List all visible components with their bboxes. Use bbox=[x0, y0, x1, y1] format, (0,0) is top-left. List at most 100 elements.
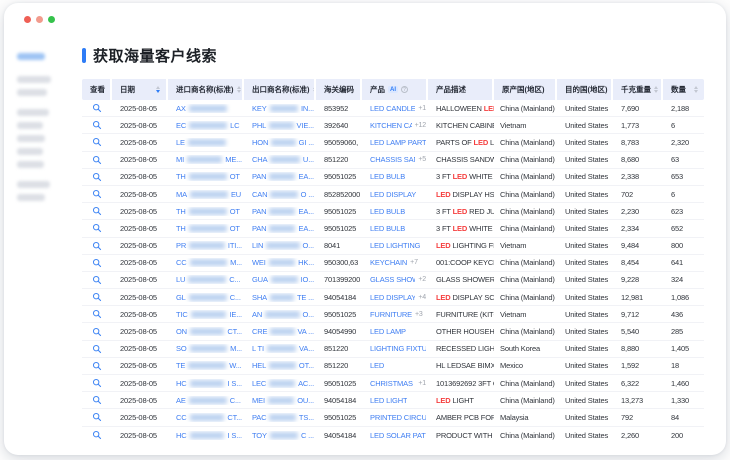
table-row[interactable]: 2025-08-05 TH OT PAN EA... 95051025 LED … bbox=[82, 203, 704, 220]
cell-product[interactable]: LIGHTING FIXTURE bbox=[362, 344, 428, 353]
table-row[interactable]: 2025-08-05 EC LC PHL VIE... 392640 KITCH… bbox=[82, 117, 704, 134]
search-icon[interactable] bbox=[92, 189, 102, 199]
cell-product[interactable]: LED LAMP bbox=[362, 327, 428, 336]
cell-importer[interactable]: AX bbox=[168, 104, 244, 113]
cell-product[interactable]: FURNITURE +3 bbox=[362, 310, 428, 319]
sidebar-item-redacted[interactable] bbox=[17, 181, 50, 188]
sidebar-item-active-redacted[interactable] bbox=[17, 53, 45, 60]
table-row[interactable]: 2025-08-05 TH OT PAN EA... 95051025 LED … bbox=[82, 169, 704, 186]
search-icon[interactable] bbox=[92, 206, 102, 216]
cell-exporter[interactable]: MEI OU... bbox=[244, 396, 316, 405]
table-row[interactable]: 2025-08-05 CC M... WEI HK... 950300,63 K… bbox=[82, 255, 704, 272]
table-row[interactable]: 2025-08-05 PR ITI... LIN O... 8041 LED L… bbox=[82, 238, 704, 255]
sidebar-item-redacted[interactable] bbox=[17, 76, 51, 83]
cell-importer[interactable]: TIC IE... bbox=[168, 310, 244, 319]
cell-exporter[interactable]: GUA IO... bbox=[244, 275, 316, 284]
cell-importer[interactable]: GL C... bbox=[168, 293, 244, 302]
table-row[interactable]: 2025-08-05 LU C... GUA IO... 701399200 G… bbox=[82, 272, 704, 289]
sort-icon[interactable] bbox=[237, 86, 241, 93]
column-header-importer[interactable]: 进口商名称(标准) bbox=[168, 79, 244, 100]
search-icon[interactable] bbox=[92, 120, 102, 130]
table-row[interactable]: 2025-08-05 MA EU CAN O ... 852852000 LED… bbox=[82, 186, 704, 203]
cell-importer[interactable]: TE W... bbox=[168, 361, 244, 370]
column-header-date[interactable]: 日期 bbox=[112, 79, 168, 100]
sidebar-item-redacted[interactable] bbox=[17, 109, 49, 116]
column-header-weight[interactable]: 千克重量 bbox=[613, 79, 663, 100]
cell-importer[interactable]: MA EU bbox=[168, 190, 244, 199]
search-icon[interactable] bbox=[92, 395, 102, 405]
search-icon[interactable] bbox=[92, 223, 102, 233]
cell-importer[interactable]: SO M... bbox=[168, 344, 244, 353]
cell-product[interactable]: LED LAMP PART bbox=[362, 138, 428, 147]
search-icon[interactable] bbox=[92, 309, 102, 319]
cell-exporter[interactable]: CHA U... bbox=[244, 155, 316, 164]
sidebar-item-redacted[interactable] bbox=[17, 161, 44, 168]
table-row[interactable]: 2025-08-05 GL C... SHA TE ... 94054184 L… bbox=[82, 289, 704, 306]
cell-exporter[interactable]: LEC AC... bbox=[244, 379, 316, 388]
cell-exporter[interactable]: LIN O... bbox=[244, 241, 316, 250]
cell-importer[interactable]: CC CT... bbox=[168, 413, 244, 422]
search-icon[interactable] bbox=[92, 103, 102, 113]
cell-exporter[interactable]: PAC TS... bbox=[244, 413, 316, 422]
sidebar-item-redacted[interactable] bbox=[17, 135, 45, 142]
cell-product[interactable]: LED BULB bbox=[362, 172, 428, 181]
search-icon[interactable] bbox=[92, 327, 102, 337]
search-icon[interactable] bbox=[92, 258, 102, 268]
column-header-exporter[interactable]: 出口商名称(标准) bbox=[244, 79, 316, 100]
cell-product[interactable]: LED DISPLAY S +4 bbox=[362, 293, 428, 302]
search-icon[interactable] bbox=[92, 275, 102, 285]
cell-importer[interactable]: TH OT bbox=[168, 172, 244, 181]
cell-importer[interactable]: CC M... bbox=[168, 258, 244, 267]
cell-product[interactable]: GLASS SHOWE +2 bbox=[362, 275, 428, 284]
cell-exporter[interactable]: PAN EA... bbox=[244, 172, 316, 181]
cell-product[interactable]: CHRISTMAS DE +1 bbox=[362, 379, 428, 388]
info-circle-icon[interactable]: ? bbox=[401, 86, 408, 93]
search-icon[interactable] bbox=[92, 344, 102, 354]
search-icon[interactable] bbox=[92, 155, 102, 165]
cell-exporter[interactable]: WEI HK... bbox=[244, 258, 316, 267]
cell-importer[interactable]: HC I S... bbox=[168, 379, 244, 388]
cell-importer[interactable]: TH OT bbox=[168, 207, 244, 216]
cell-exporter[interactable]: KEY IN... bbox=[244, 104, 316, 113]
cell-product[interactable]: LED CANDLE +1 bbox=[362, 104, 428, 113]
cell-exporter[interactable]: PAN EA... bbox=[244, 207, 316, 216]
table-row[interactable]: 2025-08-05 HC I S... LEC AC... 95051025 … bbox=[82, 375, 704, 392]
cell-exporter[interactable]: TOY C ... bbox=[244, 431, 316, 440]
table-row[interactable]: 2025-08-05 TIC IE... AN O... 95051025 FU… bbox=[82, 306, 704, 323]
search-icon[interactable] bbox=[92, 292, 102, 302]
cell-importer[interactable]: ON CT... bbox=[168, 327, 244, 336]
cell-product[interactable]: LED BULB bbox=[362, 207, 428, 216]
table-row[interactable]: 2025-08-05 LE HON GI ... 95059060, LED L… bbox=[82, 134, 704, 151]
sidebar-item-redacted[interactable] bbox=[17, 148, 43, 155]
search-icon[interactable] bbox=[92, 172, 102, 182]
column-header-quantity[interactable]: 数量 bbox=[663, 79, 704, 100]
table-row[interactable]: 2025-08-05 TH OT PAN EA... 95051025 LED … bbox=[82, 220, 704, 237]
cell-exporter[interactable]: PAN EA... bbox=[244, 224, 316, 233]
cell-exporter[interactable]: CRE VA ... bbox=[244, 327, 316, 336]
search-icon[interactable] bbox=[92, 137, 102, 147]
table-row[interactable]: 2025-08-05 CC CT... PAC TS... 95051025 P… bbox=[82, 409, 704, 426]
cell-exporter[interactable]: SHA TE ... bbox=[244, 293, 316, 302]
cell-importer[interactable]: AE C... bbox=[168, 396, 244, 405]
table-row[interactable]: 2025-08-05 TE W... HEL OT... 851220 LED … bbox=[82, 358, 704, 375]
search-icon[interactable] bbox=[92, 361, 102, 371]
cell-importer[interactable]: LU C... bbox=[168, 275, 244, 284]
cell-exporter[interactable]: HEL OT... bbox=[244, 361, 316, 370]
cell-product[interactable]: CHASSIS SAND +5 bbox=[362, 155, 428, 164]
cell-exporter[interactable]: CAN O ... bbox=[244, 190, 316, 199]
cell-product[interactable]: LED BULB bbox=[362, 224, 428, 233]
sidebar-item-redacted[interactable] bbox=[17, 122, 43, 129]
sort-icon[interactable] bbox=[156, 86, 160, 93]
cell-product[interactable]: KITCHEN CAB +12 bbox=[362, 121, 428, 130]
search-icon[interactable] bbox=[92, 378, 102, 388]
sort-icon[interactable] bbox=[694, 86, 698, 93]
sidebar-item-redacted[interactable] bbox=[17, 89, 47, 96]
cell-importer[interactable]: TH OT bbox=[168, 224, 244, 233]
table-row[interactable]: 2025-08-05 HC I S... TOY C ... 94054184 … bbox=[82, 427, 704, 444]
table-row[interactable]: 2025-08-05 AE C... MEI OU... 94054184 LE… bbox=[82, 392, 704, 409]
cell-exporter[interactable]: L TI VA... bbox=[244, 344, 316, 353]
cell-importer[interactable]: EC LC bbox=[168, 121, 244, 130]
cell-importer[interactable]: HC I S... bbox=[168, 431, 244, 440]
search-icon[interactable] bbox=[92, 412, 102, 422]
sort-icon[interactable] bbox=[654, 86, 658, 93]
